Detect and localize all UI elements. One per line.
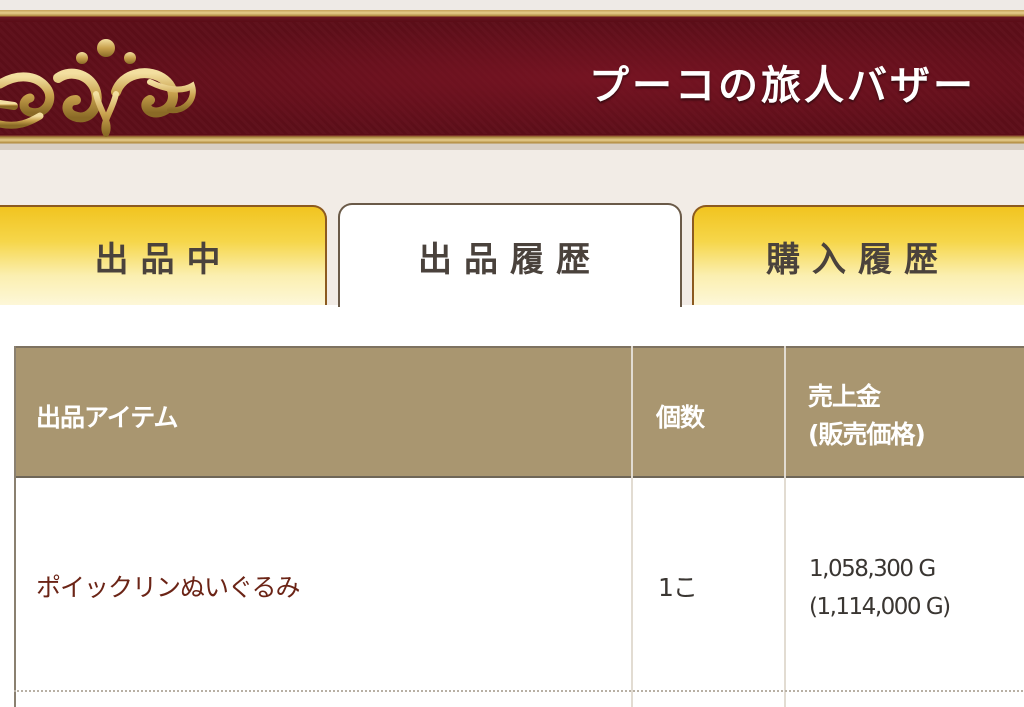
tab-purchase-history[interactable]: 購入履歴 <box>692 205 1024 305</box>
row-separator <box>14 690 1024 692</box>
table-left-border <box>14 346 16 707</box>
column-divider <box>631 346 633 707</box>
column-divider <box>784 346 786 707</box>
item-name-link[interactable]: ポイックリンぬいぐるみ <box>36 568 301 604</box>
column-header-price-label: (販売価格) <box>808 420 926 449</box>
sales-amount: 1,058,300 G <box>809 556 936 582</box>
gold-scroll-ornament-icon <box>0 39 196 137</box>
sale-price: (1,114,000 G) <box>809 594 951 620</box>
item-sales: 1,058,300 G (1,114,000 G) <box>809 550 951 626</box>
column-header-sales-label: 売上金 <box>808 382 881 411</box>
column-header-item: 出品アイテム <box>36 403 179 432</box>
column-header-sales: 売上金 (販売価格) <box>808 378 926 454</box>
table-row: ポイックリンぬいぐるみ 1こ 1,058,300 G (1,114,000 G) <box>14 478 1024 690</box>
tab-listing[interactable]: 出品中 <box>0 205 327 305</box>
item-quantity: 1こ <box>658 573 698 602</box>
table-header-row: 出品アイテム 個数 売上金 (販売価格) <box>14 346 1024 478</box>
page-title: プーコの旅人バザー <box>589 63 976 109</box>
tab-listing-history[interactable]: 出品履歴 <box>338 203 682 307</box>
header-banner: プーコの旅人バザー <box>0 10 1024 150</box>
column-header-quantity: 個数 <box>656 403 705 432</box>
top-strip <box>0 0 1024 10</box>
